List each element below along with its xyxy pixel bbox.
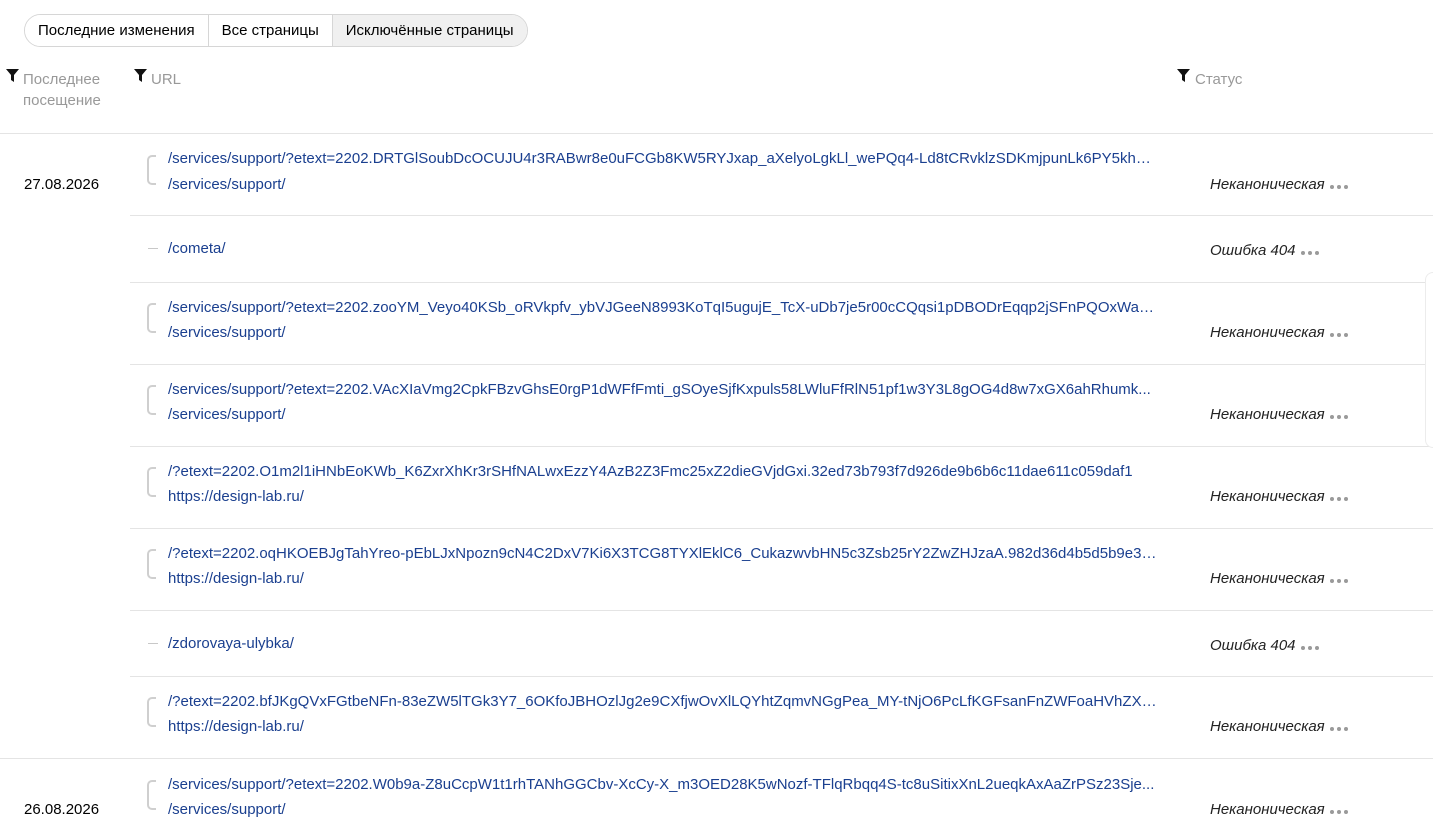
- more-options-icon[interactable]: [1329, 726, 1348, 731]
- group-date: 26.08.2026: [24, 801, 100, 818]
- redirect-bracket: [147, 385, 156, 415]
- redirect-bracket: [147, 697, 156, 727]
- redirect-bracket: [147, 780, 156, 810]
- url-link[interactable]: /?etext=2202.bfJKgQVxFGtbeNFn-83eZW5lTGk…: [168, 693, 1158, 710]
- filter-icon[interactable]: [6, 69, 19, 83]
- canonical-url-link[interactable]: /services/support/: [168, 406, 286, 423]
- status-cell: Неканоническая: [1210, 718, 1348, 735]
- url-link[interactable]: /?etext=2202.O1m2l1iHNbEoKWb_K6ZxrXhKr3r…: [168, 463, 1158, 480]
- more-options-icon[interactable]: [1329, 578, 1348, 583]
- status-text: Неканоническая: [1210, 570, 1325, 587]
- canonical-url-link[interactable]: /services/support/: [168, 324, 286, 341]
- no-redirect-dash: [148, 643, 158, 644]
- table-row: /services/support/?etext=2202.zooYM_Veyo…: [130, 283, 1433, 365]
- status-cell: Неканоническая: [1210, 176, 1348, 193]
- more-options-icon[interactable]: [1329, 496, 1348, 501]
- more-options-icon[interactable]: [1329, 332, 1348, 337]
- side-panel-handle[interactable]: [1425, 272, 1433, 448]
- more-options-icon[interactable]: [1329, 809, 1348, 814]
- redirect-bracket: [147, 155, 156, 185]
- table-row: /zdorovaya-ulybka/ Ошибка 404: [130, 611, 1433, 677]
- status-text: Ошибка 404: [1210, 637, 1296, 654]
- status-cell: Неканоническая: [1210, 801, 1348, 818]
- column-header-url[interactable]: URL: [151, 69, 181, 90]
- url-link[interactable]: /services/support/?etext=2202.W0b9a-Z8uC…: [168, 776, 1158, 793]
- table-row: /cometa/ Ошибка 404: [130, 216, 1433, 282]
- tab-all-pages[interactable]: Все страницы: [207, 15, 332, 46]
- more-options-icon[interactable]: [1300, 250, 1319, 255]
- status-text: Неканоническая: [1210, 406, 1325, 423]
- status-text: Неканоническая: [1210, 176, 1325, 193]
- url-link[interactable]: /services/support/?etext=2202.VAcXIaVmg2…: [168, 381, 1158, 398]
- canonical-url-link[interactable]: https://design-lab.ru/: [168, 488, 304, 505]
- tab-recent-changes[interactable]: Последние изменения: [25, 15, 208, 46]
- canonical-url-link[interactable]: /services/support/: [168, 176, 286, 193]
- more-options-icon[interactable]: [1329, 184, 1348, 189]
- status-cell: Ошибка 404: [1210, 637, 1319, 654]
- table-row: /services/support/?etext=2202.DRTGlSoubD…: [130, 134, 1433, 216]
- table-row: /services/support/?etext=2202.W0b9a-Z8uC…: [130, 759, 1433, 840]
- filter-icon[interactable]: [134, 69, 147, 83]
- url-link[interactable]: /services/support/?etext=2202.DRTGlSoubD…: [168, 150, 1158, 167]
- redirect-bracket: [147, 303, 156, 333]
- column-header-status[interactable]: Статус: [1195, 69, 1242, 90]
- status-text: Неканоническая: [1210, 324, 1325, 341]
- url-link[interactable]: /services/support/?etext=2202.zooYM_Veyo…: [168, 299, 1158, 316]
- url-link[interactable]: /cometa/: [168, 240, 226, 257]
- group-date: 27.08.2026: [24, 176, 100, 193]
- status-cell: Неканоническая: [1210, 406, 1348, 423]
- canonical-url-link[interactable]: https://design-lab.ru/: [168, 570, 304, 587]
- more-options-icon[interactable]: [1329, 414, 1348, 419]
- column-header-last-visit[interactable]: Последнее посещение: [23, 69, 123, 111]
- canonical-url-link[interactable]: /services/support/: [168, 801, 286, 818]
- status-text: Неканоническая: [1210, 801, 1325, 818]
- redirect-bracket: [147, 467, 156, 497]
- filter-icon[interactable]: [1177, 69, 1190, 83]
- status-cell: Неканоническая: [1210, 488, 1348, 505]
- canonical-url-link[interactable]: https://design-lab.ru/: [168, 718, 304, 735]
- more-options-icon[interactable]: [1300, 645, 1319, 650]
- status-cell: Ошибка 404: [1210, 242, 1319, 259]
- tab-excluded-pages[interactable]: Исключённые страницы: [331, 15, 527, 46]
- table-row: /?etext=2202.bfJKgQVxFGtbeNFn-83eZW5lTGk…: [130, 677, 1433, 759]
- url-link[interactable]: /?etext=2202.oqHKOEBJgTahYreo-pEbLJxNpoz…: [168, 545, 1158, 562]
- url-link[interactable]: /zdorovaya-ulybka/: [168, 635, 294, 652]
- status-text: Неканоническая: [1210, 718, 1325, 735]
- status-cell: Неканоническая: [1210, 324, 1348, 341]
- table-row: /services/support/?etext=2202.VAcXIaVmg2…: [130, 365, 1433, 447]
- status-text: Ошибка 404: [1210, 242, 1296, 259]
- status-cell: Неканоническая: [1210, 570, 1348, 587]
- no-redirect-dash: [148, 248, 158, 249]
- page-tabs: Последние изменения Все страницы Исключё…: [24, 14, 528, 47]
- redirect-bracket: [147, 549, 156, 579]
- table-row: /?etext=2202.O1m2l1iHNbEoKWb_K6ZxrXhKr3r…: [130, 447, 1433, 529]
- table-row: /?etext=2202.oqHKOEBJgTahYreo-pEbLJxNpoz…: [130, 529, 1433, 611]
- status-text: Неканоническая: [1210, 488, 1325, 505]
